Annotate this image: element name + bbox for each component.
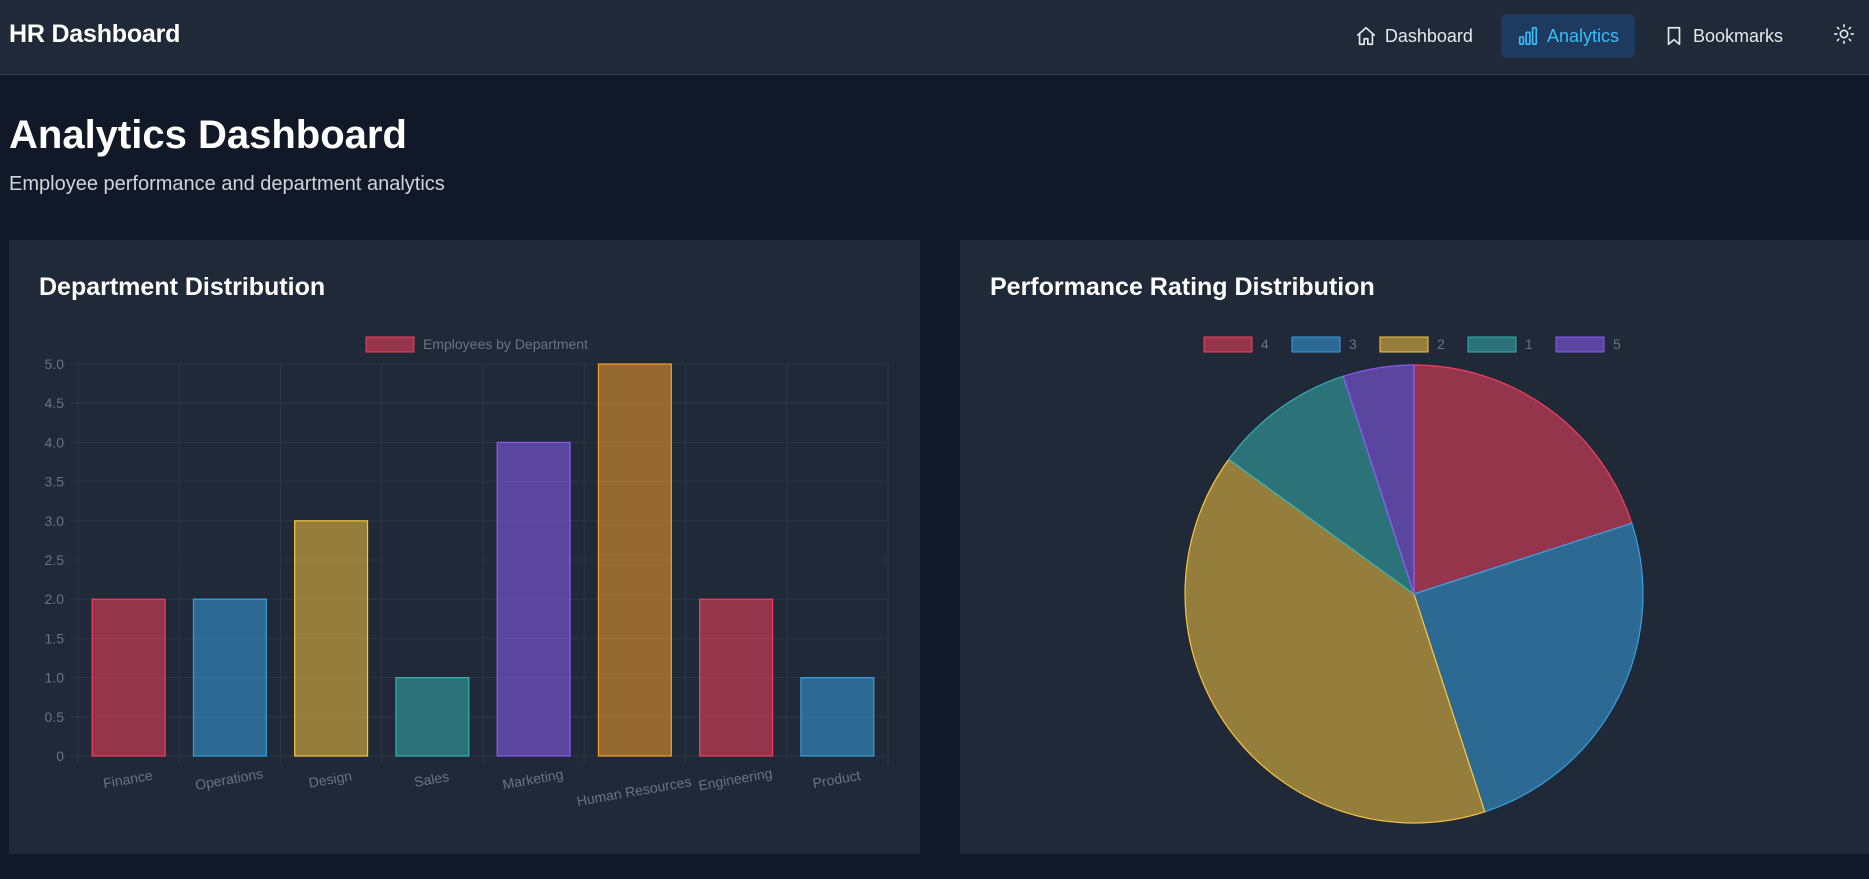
bar [91,598,166,757]
y-tick-label: 1.5 [45,630,65,646]
pie-chart-legend: 4 3 2 1 5 [1203,336,1621,353]
x-tick-label: Operations [194,765,264,793]
main-nav: Dashboard Analytics Bookmarks [1327,14,1869,58]
legend-swatch [1203,336,1253,353]
legend-swatch [1379,336,1429,353]
theme-toggle-button[interactable] [1819,14,1869,58]
legend-label: Employees by Department [423,336,588,352]
y-tick-label: 3.5 [45,474,65,490]
bar [496,441,571,757]
legend-swatch [1291,336,1341,353]
y-tick-label: 5.0 [45,356,65,372]
sun-icon [1833,23,1855,50]
bar [294,520,369,757]
legend-label: 4 [1261,336,1269,352]
y-tick-label: 3.0 [45,513,65,529]
nav-bookmarks-label: Bookmarks [1692,25,1783,46]
nav-dashboard-label: Dashboard [1384,25,1473,46]
bar [597,363,672,757]
nav-dashboard[interactable]: Dashboard [1339,14,1489,58]
bar-chart-icon [1517,25,1539,47]
x-tick-label: Human Resources [576,773,693,809]
nav-bookmarks[interactable]: Bookmarks [1647,14,1799,58]
y-tick-label: 2.0 [45,591,65,607]
legend-swatch [1467,336,1517,353]
page-title: Analytics Dashboard [9,113,407,157]
legend-label: 2 [1437,336,1445,352]
y-tick-label: 4.5 [45,395,65,411]
legend-swatch [1555,336,1605,353]
legend-label: 1 [1525,336,1533,352]
top-navigation-bar: HR Dashboard Dashboard Analytics Bookmar… [0,0,1869,75]
y-tick-label: 1.0 [45,670,65,686]
legend-label: 5 [1613,336,1621,352]
bar-chart-legend: Employees by Department [365,336,588,353]
bar [800,677,875,757]
page-subtitle: Employee performance and department anal… [9,173,445,195]
nav-analytics-label: Analytics [1546,25,1619,46]
performance-pie-chart: 4 3 2 1 5 [1184,336,1644,824]
y-tick-label: 0 [56,748,64,764]
brand-title[interactable]: HR Dashboard [9,20,180,49]
x-tick-label: Engineering [697,765,773,794]
y-tick-label: 2.5 [45,552,65,568]
legend-label: 3 [1349,336,1357,352]
x-tick-label: Marketing [501,766,564,792]
x-tick-label: Finance [102,767,154,791]
home-icon [1355,25,1377,47]
nav-analytics[interactable]: Analytics [1500,14,1635,58]
bar [192,598,267,757]
bar [699,598,774,757]
x-tick-label: Sales [413,768,450,790]
x-tick-label: Product [811,767,861,791]
x-tick-label: Design [307,767,353,790]
bar [395,677,470,757]
department-distribution-card: Department Distribution Employees by Dep… [9,240,920,854]
legend-swatch [365,336,415,353]
performance-distribution-card: Performance Rating Distribution 43215 [960,240,1869,854]
y-tick-label: 4.0 [45,434,65,450]
y-tick-label: 0.5 [45,709,65,725]
department-bar-chart: Employees by Department 0 0.5 1.0 1.5 2.0 2.5 3… [45,336,889,809]
bookmark-icon [1663,25,1685,47]
